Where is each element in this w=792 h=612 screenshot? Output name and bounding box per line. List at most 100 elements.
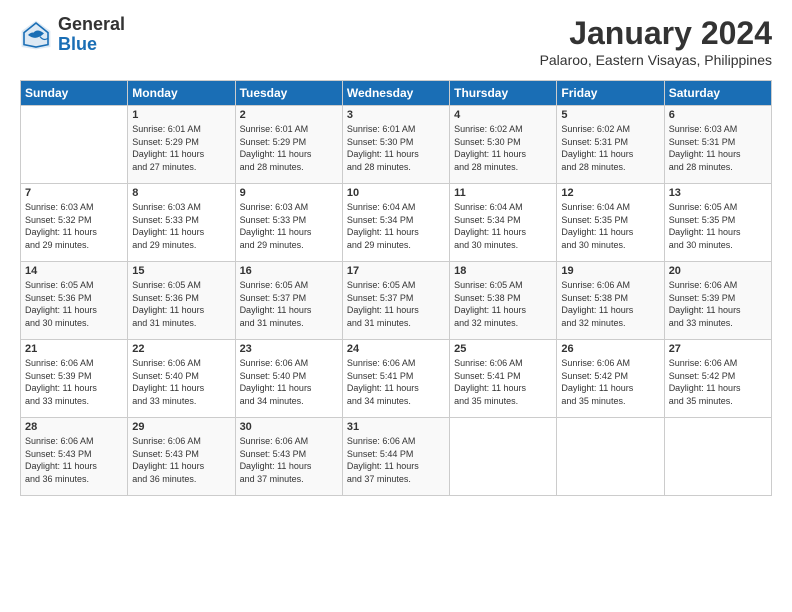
day-info: Sunrise: 6:05 AM Sunset: 5:36 PM Dayligh… bbox=[25, 279, 123, 329]
day-cell bbox=[21, 106, 128, 184]
day-number: 22 bbox=[132, 343, 230, 355]
day-info: Sunrise: 6:06 AM Sunset: 5:40 PM Dayligh… bbox=[240, 357, 338, 407]
week-row-3: 21 Sunrise: 6:06 AM Sunset: 5:39 PM Dayli… bbox=[21, 340, 772, 418]
day-cell: 31 Sunrise: 6:06 AM Sunset: 5:44 PM Dayli… bbox=[342, 418, 449, 496]
day-info: Sunrise: 6:06 AM Sunset: 5:41 PM Dayligh… bbox=[347, 357, 445, 407]
day-info: Sunrise: 6:02 AM Sunset: 5:31 PM Dayligh… bbox=[561, 123, 659, 173]
day-cell: 21 Sunrise: 6:06 AM Sunset: 5:39 PM Dayli… bbox=[21, 340, 128, 418]
day-cell: 16Sunrise: 6:05 AM Sunset: 5:37 PM Dayli… bbox=[235, 262, 342, 340]
logo-general: General bbox=[58, 15, 125, 35]
day-cell bbox=[664, 418, 771, 496]
day-info: Sunrise: 6:05 AM Sunset: 5:35 PM Dayligh… bbox=[669, 201, 767, 251]
day-number: 30 bbox=[240, 421, 338, 433]
day-number: 18 bbox=[454, 265, 552, 277]
day-info: Sunrise: 6:03 AM Sunset: 5:33 PM Dayligh… bbox=[240, 201, 338, 251]
day-info: Sunrise: 6:06 AM Sunset: 5:39 PM Dayligh… bbox=[25, 357, 123, 407]
day-number: 21 bbox=[25, 343, 123, 355]
day-number: 13 bbox=[669, 187, 767, 199]
col-saturday: Saturday bbox=[664, 81, 771, 106]
day-cell: 25 Sunrise: 6:06 AM Sunset: 5:41 PM Dayli… bbox=[450, 340, 557, 418]
col-monday: Monday bbox=[128, 81, 235, 106]
day-cell: 14Sunrise: 6:05 AM Sunset: 5:36 PM Dayli… bbox=[21, 262, 128, 340]
day-cell: 9Sunrise: 6:03 AM Sunset: 5:33 PM Daylig… bbox=[235, 184, 342, 262]
col-sunday: Sunday bbox=[21, 81, 128, 106]
day-info: Sunrise: 6:04 AM Sunset: 5:35 PM Dayligh… bbox=[561, 201, 659, 251]
title-block: January 2024 Palaroo, Eastern Visayas, P… bbox=[540, 15, 772, 68]
col-tuesday: Tuesday bbox=[235, 81, 342, 106]
day-number: 6 bbox=[669, 109, 767, 121]
day-number: 10 bbox=[347, 187, 445, 199]
day-number: 2 bbox=[240, 109, 338, 121]
logo-icon bbox=[20, 19, 52, 51]
day-number: 29 bbox=[132, 421, 230, 433]
day-info: Sunrise: 6:05 AM Sunset: 5:37 PM Dayligh… bbox=[347, 279, 445, 329]
day-info: Sunrise: 6:06 AM Sunset: 5:43 PM Dayligh… bbox=[240, 435, 338, 485]
day-info: Sunrise: 6:02 AM Sunset: 5:30 PM Dayligh… bbox=[454, 123, 552, 173]
day-cell: 2 Sunrise: 6:01 AM Sunset: 5:29 PM Daylig… bbox=[235, 106, 342, 184]
day-info: Sunrise: 6:06 AM Sunset: 5:38 PM Dayligh… bbox=[561, 279, 659, 329]
page: General Blue January 2024 Palaroo, Easte… bbox=[0, 0, 792, 612]
day-cell: 18 Sunrise: 6:05 AM Sunset: 5:38 PM Dayli… bbox=[450, 262, 557, 340]
day-number: 23 bbox=[240, 343, 338, 355]
day-cell: 3 Sunrise: 6:01 AM Sunset: 5:30 PM Daylig… bbox=[342, 106, 449, 184]
week-row-1: 7 Sunrise: 6:03 AM Sunset: 5:32 PM Daylig… bbox=[21, 184, 772, 262]
day-info: Sunrise: 6:06 AM Sunset: 5:42 PM Dayligh… bbox=[669, 357, 767, 407]
day-cell: 5 Sunrise: 6:02 AM Sunset: 5:31 PM Daylig… bbox=[557, 106, 664, 184]
day-number: 15 bbox=[132, 265, 230, 277]
day-info: Sunrise: 6:06 AM Sunset: 5:43 PM Dayligh… bbox=[25, 435, 123, 485]
day-cell: 22 Sunrise: 6:06 AM Sunset: 5:40 PM Dayli… bbox=[128, 340, 235, 418]
day-number: 17 bbox=[347, 265, 445, 277]
day-cell bbox=[450, 418, 557, 496]
day-cell: 24Sunrise: 6:06 AM Sunset: 5:41 PM Dayli… bbox=[342, 340, 449, 418]
day-cell: 20 Sunrise: 6:06 AM Sunset: 5:39 PM Dayli… bbox=[664, 262, 771, 340]
day-info: Sunrise: 6:01 AM Sunset: 5:30 PM Dayligh… bbox=[347, 123, 445, 173]
day-number: 5 bbox=[561, 109, 659, 121]
col-friday: Friday bbox=[557, 81, 664, 106]
month-title: January 2024 bbox=[540, 15, 772, 52]
day-info: Sunrise: 6:03 AM Sunset: 5:33 PM Dayligh… bbox=[132, 201, 230, 251]
day-cell: 23 Sunrise: 6:06 AM Sunset: 5:40 PM Dayli… bbox=[235, 340, 342, 418]
day-info: Sunrise: 6:03 AM Sunset: 5:32 PM Dayligh… bbox=[25, 201, 123, 251]
col-wednesday: Wednesday bbox=[342, 81, 449, 106]
day-info: Sunrise: 6:04 AM Sunset: 5:34 PM Dayligh… bbox=[454, 201, 552, 251]
day-cell: 11 Sunrise: 6:04 AM Sunset: 5:34 PM Dayli… bbox=[450, 184, 557, 262]
day-number: 31 bbox=[347, 421, 445, 433]
day-cell: 17 Sunrise: 6:05 AM Sunset: 5:37 PM Dayli… bbox=[342, 262, 449, 340]
header: General Blue January 2024 Palaroo, Easte… bbox=[20, 15, 772, 68]
day-info: Sunrise: 6:06 AM Sunset: 5:43 PM Dayligh… bbox=[132, 435, 230, 485]
day-cell: 12 Sunrise: 6:04 AM Sunset: 5:35 PM Dayli… bbox=[557, 184, 664, 262]
day-cell: 30 Sunrise: 6:06 AM Sunset: 5:43 PM Dayli… bbox=[235, 418, 342, 496]
week-row-0: 1Sunrise: 6:01 AM Sunset: 5:29 PM Daylig… bbox=[21, 106, 772, 184]
day-number: 25 bbox=[454, 343, 552, 355]
day-number: 11 bbox=[454, 187, 552, 199]
day-number: 3 bbox=[347, 109, 445, 121]
day-cell: 10 Sunrise: 6:04 AM Sunset: 5:34 PM Dayli… bbox=[342, 184, 449, 262]
logo: General Blue bbox=[20, 15, 125, 55]
day-cell: 7 Sunrise: 6:03 AM Sunset: 5:32 PM Daylig… bbox=[21, 184, 128, 262]
day-info: Sunrise: 6:05 AM Sunset: 5:38 PM Dayligh… bbox=[454, 279, 552, 329]
day-number: 7 bbox=[25, 187, 123, 199]
day-cell: 29 Sunrise: 6:06 AM Sunset: 5:43 PM Dayli… bbox=[128, 418, 235, 496]
calendar-table: Sunday Monday Tuesday Wednesday Thursday… bbox=[20, 80, 772, 496]
day-info: Sunrise: 6:06 AM Sunset: 5:40 PM Dayligh… bbox=[132, 357, 230, 407]
day-info: Sunrise: 6:06 AM Sunset: 5:39 PM Dayligh… bbox=[669, 279, 767, 329]
day-info: Sunrise: 6:01 AM Sunset: 5:29 PM Dayligh… bbox=[240, 123, 338, 173]
day-info: Sunrise: 6:05 AM Sunset: 5:36 PM Dayligh… bbox=[132, 279, 230, 329]
day-number: 16 bbox=[240, 265, 338, 277]
day-info: Sunrise: 6:04 AM Sunset: 5:34 PM Dayligh… bbox=[347, 201, 445, 251]
week-row-2: 14Sunrise: 6:05 AM Sunset: 5:36 PM Dayli… bbox=[21, 262, 772, 340]
day-number: 12 bbox=[561, 187, 659, 199]
day-cell: 8Sunrise: 6:03 AM Sunset: 5:33 PM Daylig… bbox=[128, 184, 235, 262]
day-cell bbox=[557, 418, 664, 496]
day-cell: 4Sunrise: 6:02 AM Sunset: 5:30 PM Daylig… bbox=[450, 106, 557, 184]
day-info: Sunrise: 6:01 AM Sunset: 5:29 PM Dayligh… bbox=[132, 123, 230, 173]
day-number: 20 bbox=[669, 265, 767, 277]
day-info: Sunrise: 6:06 AM Sunset: 5:41 PM Dayligh… bbox=[454, 357, 552, 407]
week-row-4: 28 Sunrise: 6:06 AM Sunset: 5:43 PM Dayli… bbox=[21, 418, 772, 496]
logo-text: General Blue bbox=[58, 15, 125, 55]
day-number: 28 bbox=[25, 421, 123, 433]
col-thursday: Thursday bbox=[450, 81, 557, 106]
day-info: Sunrise: 6:06 AM Sunset: 5:44 PM Dayligh… bbox=[347, 435, 445, 485]
day-cell: 13 Sunrise: 6:05 AM Sunset: 5:35 PM Dayli… bbox=[664, 184, 771, 262]
day-cell: 19Sunrise: 6:06 AM Sunset: 5:38 PM Dayli… bbox=[557, 262, 664, 340]
